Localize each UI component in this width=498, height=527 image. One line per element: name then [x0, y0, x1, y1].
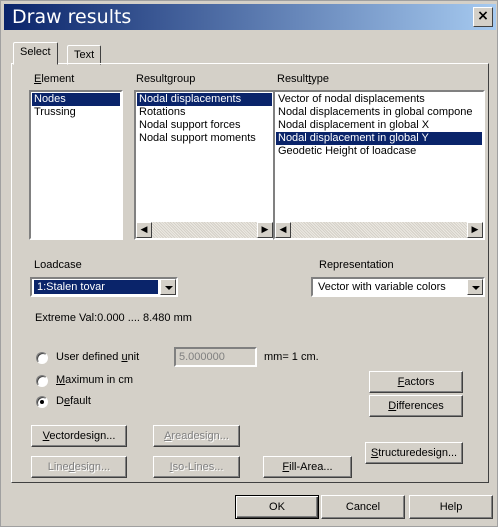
resultgroup-label: Resultgroup [136, 73, 196, 85]
resultgroup-listbox[interactable]: Nodal displacements Rotations Nodal supp… [134, 90, 275, 240]
scroll-right-icon[interactable]: ▶ [467, 222, 483, 238]
user-defined-unit-label[interactable]: User defined unit [56, 351, 139, 363]
list-item[interactable]: Nodes [32, 93, 120, 106]
resulttype-hscrollbar[interactable]: ◀ ▶ [275, 222, 483, 238]
representation-label: Representation [319, 259, 394, 271]
loadcase-combo[interactable]: 1:Stalen tovar [30, 277, 178, 297]
help-button[interactable]: Help [409, 495, 493, 519]
scroll-left-icon[interactable]: ◀ [275, 222, 291, 238]
maximum-in-cm-label[interactable]: Maximum in cm [56, 374, 133, 386]
scroll-right-icon[interactable]: ▶ [257, 222, 273, 238]
tab-select[interactable]: Select [13, 42, 58, 65]
resultgroup-hscrollbar[interactable]: ◀ ▶ [136, 222, 273, 238]
cancel-button[interactable]: Cancel [321, 495, 405, 519]
user-defined-unit-radio[interactable] [36, 352, 48, 364]
list-item[interactable]: Nodal support forces [137, 119, 272, 132]
user-defined-unit-input[interactable]: 5.000000 [174, 347, 257, 367]
resulttype-listbox[interactable]: Vector of nodal displacements Nodal disp… [273, 90, 485, 240]
representation-combo[interactable]: Vector with variable colors [311, 277, 485, 297]
list-item[interactable]: Geodetic Height of loadcase [276, 145, 482, 158]
element-label: Element [34, 73, 75, 85]
element-listbox[interactable]: Nodes Trussing [29, 90, 123, 240]
maximum-in-cm-radio[interactable] [36, 375, 48, 387]
extreme-values: Extreme Val:0.000 .... 8.480 mm [35, 312, 192, 324]
draw-results-dialog: Draw results × Select Text Element Nodes… [0, 0, 498, 527]
title-bar[interactable]: Draw results × [4, 4, 496, 30]
list-item[interactable]: Trussing [32, 106, 120, 119]
default-radio[interactable] [36, 396, 48, 408]
tab-text[interactable]: Text [67, 45, 102, 65]
window-title: Draw results [12, 6, 132, 28]
list-item[interactable]: Vector of nodal displacements [276, 93, 482, 106]
vectordesign-button[interactable]: Vectordesign... [31, 425, 127, 447]
default-label[interactable]: Default [56, 395, 91, 407]
fill-area-button[interactable]: Fill-Area... [263, 456, 352, 478]
list-item[interactable]: Rotations [137, 106, 272, 119]
isolines-button[interactable]: Iso-Lines... [153, 456, 240, 478]
scroll-left-icon[interactable]: ◀ [136, 222, 152, 238]
list-item[interactable]: Nodal displacements [137, 93, 272, 106]
list-item[interactable]: Nodal displacement in global X [276, 119, 482, 132]
list-item[interactable]: Nodal displacements in global compone [276, 106, 482, 119]
linedesign-button[interactable]: Linedesign... [31, 456, 127, 478]
list-item[interactable]: Nodal displacement in global Y [276, 132, 482, 145]
areadesign-button[interactable]: Areadesign... [153, 425, 240, 447]
loadcase-value: 1:Stalen tovar [34, 280, 158, 294]
unit-suffix: mm= 1 cm. [264, 351, 319, 363]
dropdown-arrow-icon[interactable] [467, 279, 483, 295]
resulttype-label: Resulttype [277, 73, 329, 85]
list-item[interactable]: Nodal support moments [137, 132, 272, 145]
differences-button[interactable]: Differences [369, 395, 463, 417]
close-icon[interactable]: × [473, 7, 493, 27]
structuredesign-button[interactable]: Structuredesign... [365, 442, 463, 464]
dropdown-arrow-icon[interactable] [160, 279, 176, 295]
factors-button[interactable]: Factors [369, 371, 463, 393]
ok-button[interactable]: OK [235, 495, 319, 519]
radio-selected-dot [40, 400, 44, 404]
representation-value: Vector with variable colors [318, 281, 446, 293]
loadcase-label: Loadcase [34, 259, 82, 271]
